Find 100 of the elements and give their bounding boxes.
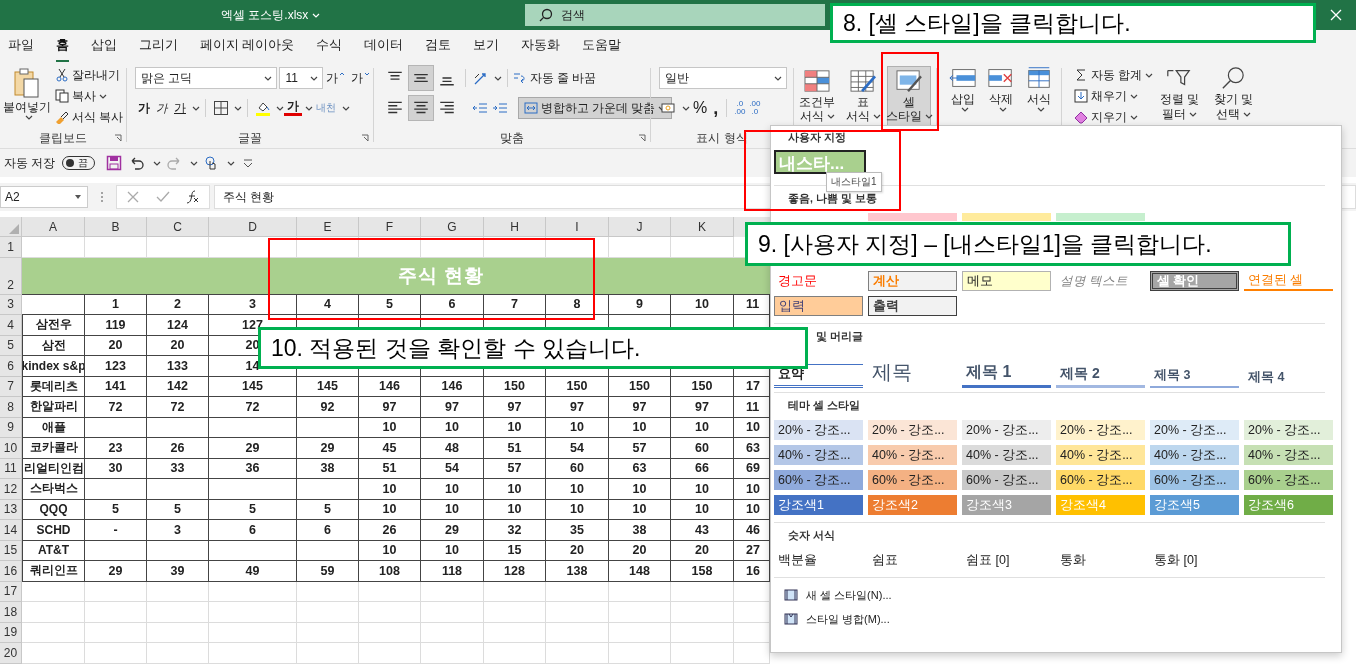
table-cell: 26: [147, 438, 209, 459]
table-cell: 10: [609, 417, 671, 438]
table-cell: 97: [421, 397, 484, 418]
window-title: 엑셀 포스팅.xlsx: [221, 6, 309, 24]
table-cell: 148: [609, 561, 671, 582]
table-cell: 쿼리인프: [22, 561, 85, 582]
table-cell: 23: [85, 438, 147, 459]
table-cell: 3: [209, 294, 297, 315]
table-cell: 118: [421, 561, 484, 582]
table-cell: 10: [421, 499, 484, 520]
table-cell: 57: [484, 458, 546, 479]
table-cell: 72: [85, 397, 147, 418]
section-header: 좋음, 나쁨 및 보통: [787, 191, 878, 206]
table-cell: 54: [421, 458, 484, 479]
table-cell: 124: [147, 315, 209, 336]
table-cell: 코카콜라: [22, 438, 85, 459]
table-cell: 한알파리: [22, 397, 85, 418]
table-cell: 72: [209, 397, 297, 418]
table-cell: 66: [671, 458, 734, 479]
table-cell: 삼전: [22, 335, 85, 356]
table-cell: 2: [147, 294, 209, 315]
table-cell: 119: [85, 315, 147, 336]
table-cell: 5: [209, 499, 297, 520]
table-cell: 45: [359, 438, 421, 459]
table-cell: 33: [147, 458, 209, 479]
table-cell: 롯데리츠: [22, 376, 85, 397]
table-cell: 10: [359, 499, 421, 520]
table-cell: 20: [546, 540, 609, 561]
table-cell: 10: [421, 540, 484, 561]
table-cell: 10: [546, 479, 609, 500]
table-cell: 145: [297, 376, 359, 397]
table-cell: 158: [671, 561, 734, 582]
table-cell: 150: [484, 376, 546, 397]
callout: 8. [셀 스타일]을 클릭합니다.: [830, 3, 1316, 43]
table-cell: 54: [546, 438, 609, 459]
table-cell: 92: [297, 397, 359, 418]
table-cell: 6: [297, 520, 359, 541]
table-cell: 20: [85, 335, 147, 356]
group-label: 클립보드: [39, 130, 87, 146]
table-cell: 5: [297, 499, 359, 520]
group-label: 맞춤: [500, 130, 524, 146]
table-cell: 97: [359, 397, 421, 418]
tooltip: 내스타일1: [826, 172, 882, 192]
table-cell: 97: [484, 397, 546, 418]
table-cell: 10: [671, 479, 734, 500]
table-cell: 10: [609, 499, 671, 520]
table-cell: 7: [484, 294, 546, 315]
section-header: 숫자 서식: [787, 528, 836, 543]
table-cell: 5: [147, 499, 209, 520]
table-cell: 38: [297, 458, 359, 479]
table-cell: 57: [609, 438, 671, 459]
table-cell: 10: [484, 499, 546, 520]
table-cell: 5: [85, 499, 147, 520]
table-cell: 10: [546, 499, 609, 520]
table-cell: 3: [147, 520, 209, 541]
table-cell: 30: [85, 458, 147, 479]
table-cell: 97: [671, 397, 734, 418]
table-cell: 10: [359, 540, 421, 561]
table-cell: 5: [359, 294, 421, 315]
table-cell: 29: [421, 520, 484, 541]
table-cell: 128: [484, 561, 546, 582]
table-cell: 32: [484, 520, 546, 541]
table-cell: 6: [421, 294, 484, 315]
table-cell: 150: [546, 376, 609, 397]
table-cell: 9: [609, 294, 671, 315]
table-cell: 리얼티인컴: [22, 458, 85, 479]
table-cell: 43: [671, 520, 734, 541]
callout: 9. [사용자 지정] – [내스타일1]을 클릭합니다.: [745, 222, 1291, 266]
table-cell: -: [85, 520, 147, 541]
table-cell: 10: [484, 417, 546, 438]
table-cell: 97: [546, 397, 609, 418]
table-cell: 20: [147, 335, 209, 356]
table-cell: 49: [209, 561, 297, 582]
table-cell: 48: [421, 438, 484, 459]
table-cell: SCHD: [22, 520, 85, 541]
table-cell: QQQ: [22, 499, 85, 520]
table-cell: 146: [421, 376, 484, 397]
table-cell: 스타벅스: [22, 479, 85, 500]
table-cell: 97: [609, 397, 671, 418]
callout: 10. 적용된 것을 확인할 수 있습니다.: [258, 327, 808, 369]
table-cell: 6: [209, 520, 297, 541]
table-cell: 150: [671, 376, 734, 397]
table-cell: 59: [297, 561, 359, 582]
table-cell: 10: [359, 479, 421, 500]
table-cell: 29: [297, 438, 359, 459]
table-cell: 애플: [22, 417, 85, 438]
table-cell: 29: [209, 438, 297, 459]
table-cell: 10: [609, 479, 671, 500]
table-cell: 15: [484, 540, 546, 561]
table-cell: 60: [546, 458, 609, 479]
table-cell: 39: [147, 561, 209, 582]
table-cell: 51: [484, 438, 546, 459]
table-cell: 1: [85, 294, 147, 315]
table-cell: 138: [546, 561, 609, 582]
table-cell: 36: [209, 458, 297, 479]
section-header: 테마 셀 스타일: [787, 398, 861, 413]
group-label: 글꼴: [238, 130, 262, 146]
section-header: 및 머리글: [815, 329, 864, 344]
table-cell: 142: [147, 376, 209, 397]
table-cell: 10: [546, 417, 609, 438]
